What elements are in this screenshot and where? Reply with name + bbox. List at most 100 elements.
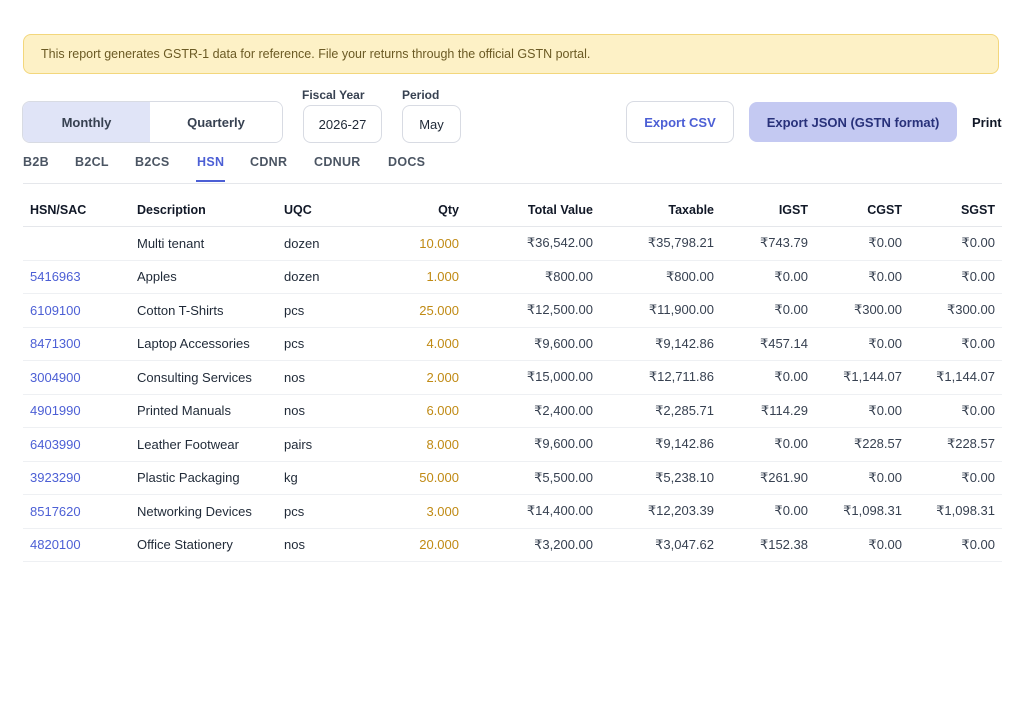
cgst-cell: ₹1,144.07 xyxy=(815,360,909,395)
taxable-cell: ₹3,047.62 xyxy=(600,528,721,562)
igst-cell: ₹0.00 xyxy=(721,494,815,529)
total-value-cell: ₹36,542.00 xyxy=(466,226,600,261)
table-row[interactable]: Multi tenant dozen 10.000 ₹36,542.00 ₹35,798… xyxy=(23,226,1002,261)
print-button[interactable]: Print xyxy=(972,102,1002,142)
taxable-cell: ₹11,900.00 xyxy=(600,293,721,328)
table-row[interactable]: 8471300 Laptop Accessories pcs 4.000 ₹9,600.… xyxy=(23,327,1002,361)
table-row[interactable]: 5416963 Apples dozen 1.000 ₹800.00 ₹800.00 ₹0.… xyxy=(23,260,1002,294)
taxable-cell: ₹9,142.86 xyxy=(600,427,721,462)
hsn-code-cell[interactable]: 6109100 xyxy=(23,293,130,328)
table-row[interactable]: 3004900 Consulting Services nos 2.000 ₹15,00… xyxy=(23,360,1002,395)
col-qty[interactable]: Qty xyxy=(366,193,466,227)
quarterly-toggle-button[interactable]: Quarterly xyxy=(150,102,282,142)
sgst-cell: ₹0.00 xyxy=(909,327,1002,361)
description-cell: Apples xyxy=(130,260,277,294)
igst-cell: ₹743.79 xyxy=(721,226,815,261)
igst-cell: ₹457.14 xyxy=(721,327,815,361)
hsn-code-cell[interactable] xyxy=(23,226,130,261)
table-row[interactable]: 3923290 Plastic Packaging kg 50.000 ₹5,500.0… xyxy=(23,461,1002,495)
table-row[interactable]: 6109100 Cotton T-Shirts pcs 25.000 ₹12,500.0… xyxy=(23,293,1002,328)
col-total-value[interactable]: Total Value xyxy=(466,193,600,227)
cgst-cell: ₹0.00 xyxy=(815,528,909,562)
qty-cell: 25.000 xyxy=(366,293,466,328)
hsn-code-cell[interactable]: 4901990 xyxy=(23,394,130,428)
taxable-cell: ₹800.00 xyxy=(600,260,721,294)
table-row[interactable]: 4820100 Office Stationery nos 20.000 ₹3,200.… xyxy=(23,528,1002,562)
uqc-cell: nos xyxy=(277,360,366,395)
tab-b2b[interactable]: B2B xyxy=(23,155,49,169)
cgst-cell: ₹228.57 xyxy=(815,427,909,462)
col-taxable[interactable]: Taxable xyxy=(600,193,721,227)
uqc-cell: dozen xyxy=(277,260,366,294)
description-cell: Consulting Services xyxy=(130,360,277,395)
fiscal-year-select[interactable]: 2026-27 xyxy=(303,105,382,143)
export-csv-button[interactable]: Export CSV xyxy=(626,101,734,143)
qty-cell: 1.000 xyxy=(366,260,466,294)
uqc-cell: pcs xyxy=(277,494,366,529)
info-banner: This report generates GSTR-1 data for re… xyxy=(23,34,999,74)
taxable-cell: ₹12,203.39 xyxy=(600,494,721,529)
total-value-cell: ₹3,200.00 xyxy=(466,528,600,562)
fiscal-year-label: Fiscal Year xyxy=(302,88,365,102)
tab-b2cl[interactable]: B2CL xyxy=(75,155,109,169)
qty-cell: 50.000 xyxy=(366,461,466,495)
sgst-cell: ₹0.00 xyxy=(909,260,1002,294)
cgst-cell: ₹300.00 xyxy=(815,293,909,328)
total-value-cell: ₹5,500.00 xyxy=(466,461,600,495)
qty-cell: 20.000 xyxy=(366,528,466,562)
col-hsn[interactable]: HSN/SAC xyxy=(23,193,130,227)
table-row[interactable]: 6403990 Leather Footwear pairs 8.000 ₹9,600.… xyxy=(23,427,1002,462)
taxable-cell: ₹2,285.71 xyxy=(600,394,721,428)
total-value-cell: ₹2,400.00 xyxy=(466,394,600,428)
igst-cell: ₹0.00 xyxy=(721,427,815,462)
col-sgst[interactable]: SGST xyxy=(909,193,1002,227)
period-select[interactable]: May xyxy=(402,105,461,143)
qty-cell: 4.000 xyxy=(366,327,466,361)
tab-cdnr[interactable]: CDNR xyxy=(250,155,287,169)
description-cell: Printed Manuals xyxy=(130,394,277,428)
uqc-cell: nos xyxy=(277,394,366,428)
sgst-cell: ₹300.00 xyxy=(909,293,1002,328)
col-cgst[interactable]: CGST xyxy=(815,193,909,227)
igst-cell: ₹114.29 xyxy=(721,394,815,428)
cgst-cell: ₹0.00 xyxy=(815,394,909,428)
col-description[interactable]: Description xyxy=(130,193,277,227)
col-uqc[interactable]: UQC xyxy=(277,193,366,227)
hsn-code-cell[interactable]: 8471300 xyxy=(23,327,130,361)
description-cell: Laptop Accessories xyxy=(130,327,277,361)
period-toggle: Monthly Quarterly xyxy=(22,101,283,143)
hsn-code-cell[interactable]: 3004900 xyxy=(23,360,130,395)
hsn-code-cell[interactable]: 4820100 xyxy=(23,528,130,562)
total-value-cell: ₹800.00 xyxy=(466,260,600,294)
taxable-cell: ₹12,711.86 xyxy=(600,360,721,395)
cgst-cell: ₹0.00 xyxy=(815,260,909,294)
sgst-cell: ₹0.00 xyxy=(909,461,1002,495)
uqc-cell: dozen xyxy=(277,226,366,261)
tab-cdnur[interactable]: CDNUR xyxy=(314,155,361,169)
tab-docs[interactable]: DOCS xyxy=(388,155,425,169)
period-label: Period xyxy=(402,88,440,102)
uqc-cell: nos xyxy=(277,528,366,562)
monthly-toggle-button[interactable]: Monthly xyxy=(23,102,150,142)
cgst-cell: ₹0.00 xyxy=(815,461,909,495)
uqc-cell: kg xyxy=(277,461,366,495)
cgst-cell: ₹0.00 xyxy=(815,327,909,361)
hsn-code-cell[interactable]: 3923290 xyxy=(23,461,130,495)
total-value-cell: ₹9,600.00 xyxy=(466,327,600,361)
total-value-cell: ₹9,600.00 xyxy=(466,427,600,462)
table-row[interactable]: 8517620 Networking Devices pcs 3.000 ₹14,400… xyxy=(23,494,1002,529)
export-json-button[interactable]: Export JSON (GSTN format) xyxy=(749,102,957,142)
description-cell: Cotton T-Shirts xyxy=(130,293,277,328)
tab-hsn[interactable]: HSN xyxy=(197,155,224,169)
hsn-code-cell[interactable]: 5416963 xyxy=(23,260,130,294)
igst-cell: ₹261.90 xyxy=(721,461,815,495)
hsn-code-cell[interactable]: 6403990 xyxy=(23,427,130,462)
tab-b2cs[interactable]: B2CS xyxy=(135,155,170,169)
col-igst[interactable]: IGST xyxy=(721,193,815,227)
hsn-code-cell[interactable]: 8517620 xyxy=(23,494,130,529)
total-value-cell: ₹14,400.00 xyxy=(466,494,600,529)
description-cell: Office Stationery xyxy=(130,528,277,562)
table-row[interactable]: 4901990 Printed Manuals nos 6.000 ₹2,400.00 ₹… xyxy=(23,394,1002,428)
sgst-cell: ₹0.00 xyxy=(909,528,1002,562)
qty-cell: 8.000 xyxy=(366,427,466,462)
